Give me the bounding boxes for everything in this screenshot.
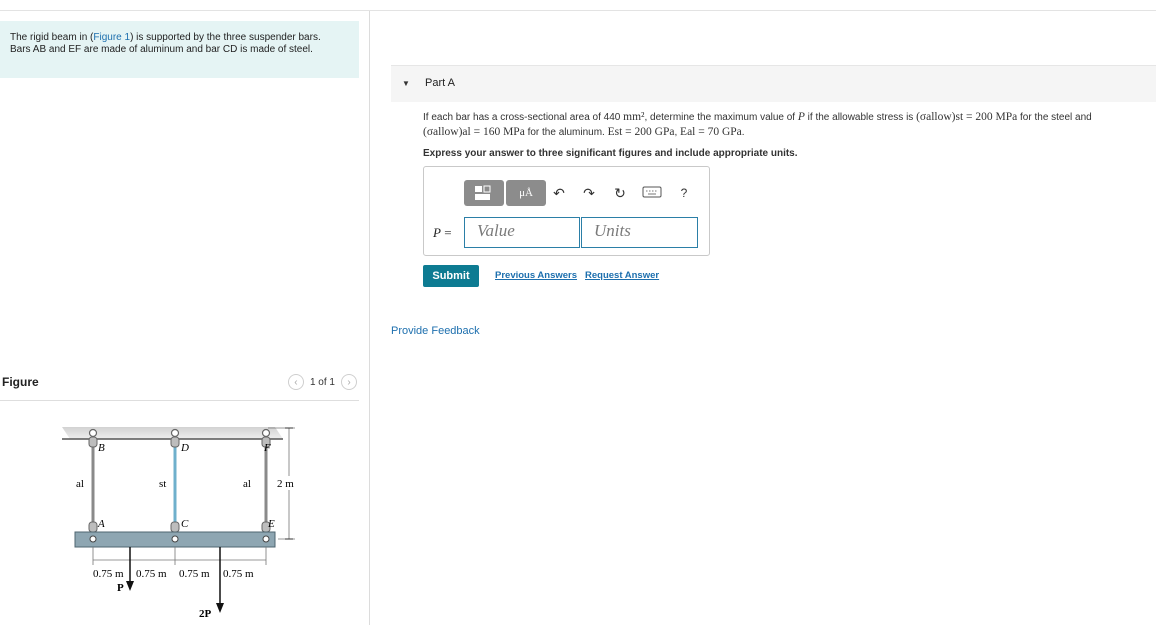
load-p-arrowhead [126,581,134,591]
redo-icon[interactable]: ↷ [581,185,597,201]
label-b: B [98,442,105,454]
request-answer-link[interactable]: Request Answer [585,270,659,281]
label-c: C [181,518,189,530]
intro-line-2: Bars AB and EF are made of aluminum and … [10,44,313,55]
provide-feedback-link[interactable]: Provide Feedback [391,325,480,337]
intro-line-1: The rigid beam in (Figure 1) is supporte… [10,32,321,43]
label-seg-1: 0.75 m [93,568,124,580]
label-seg-2: 0.75 m [136,568,167,580]
load-2p-arrowhead [216,603,224,613]
clevis-c [170,521,180,533]
label-st: st [159,478,166,490]
caret-down-icon: ▼ [402,79,410,88]
label-load-2p: 2P [199,608,212,620]
templates-icon [475,185,491,200]
label-load-p: P [117,582,124,594]
figure-link[interactable]: Figure 1 [93,32,130,43]
label-seg-3: 0.75 m [179,568,210,580]
problem-intro: The rigid beam in (Figure 1) is supporte… [0,21,359,78]
label-al-right: al [243,478,251,490]
clevis-d [170,436,180,448]
pin-top-f [261,428,271,438]
figure-title: Figure [2,375,39,389]
value-input[interactable]: Value [464,217,580,248]
figure-header: Figure ‹ 1 of 1 › [0,372,359,400]
answer-variable-label: P = [433,225,452,240]
label-seg-4: 0.75 m [223,568,254,580]
next-figure-button[interactable]: › [341,374,357,390]
pin-top-b [88,428,98,438]
templates-button[interactable] [464,180,504,206]
reset-icon[interactable]: ↻ [612,185,628,201]
beam-diagram: B D F A C E al st al 2 m 0.75 m 0.75 m 0… [62,427,299,620]
keyboard-icon[interactable] [642,185,664,199]
chevron-right-icon: › [347,376,351,388]
answer-instructions: Express your answer to three significant… [423,148,798,159]
pin-a [89,535,97,543]
figure-pager: ‹ 1 of 1 › [287,374,357,390]
units-button[interactable]: μÅ [506,180,546,206]
pager-count: 1 of 1 [309,376,335,388]
label-height: 2 m [277,478,294,490]
submit-button[interactable]: Submit [423,265,479,287]
pane-divider [369,11,370,625]
part-a-header[interactable]: ▼ Part A [391,65,1156,102]
question-text: If each bar has a cross-sectional area o… [423,111,1092,138]
clevis-b [88,436,98,448]
part-a-title: Part A [425,77,455,89]
chevron-left-icon: ‹ [294,376,298,388]
prev-figure-button[interactable]: ‹ [287,374,304,390]
pin-e [262,535,270,543]
units-input[interactable]: Units [581,217,698,248]
figure-rule [0,400,359,401]
top-rule [0,10,1156,11]
label-f: F [263,442,271,454]
undo-icon[interactable]: ↶ [551,185,567,201]
label-d: D [180,442,189,454]
previous-answers-link[interactable]: Previous Answers [495,270,577,281]
label-a: A [97,518,105,530]
help-icon[interactable]: ? [676,185,692,201]
pin-top-d [170,428,180,438]
label-al-left: al [76,478,84,490]
label-e: E [267,518,275,530]
answer-editor: μÅ ↶ ↷ ↻ ? P = Value Units [423,166,710,256]
clevis-a [88,521,98,533]
pin-c [171,535,179,543]
